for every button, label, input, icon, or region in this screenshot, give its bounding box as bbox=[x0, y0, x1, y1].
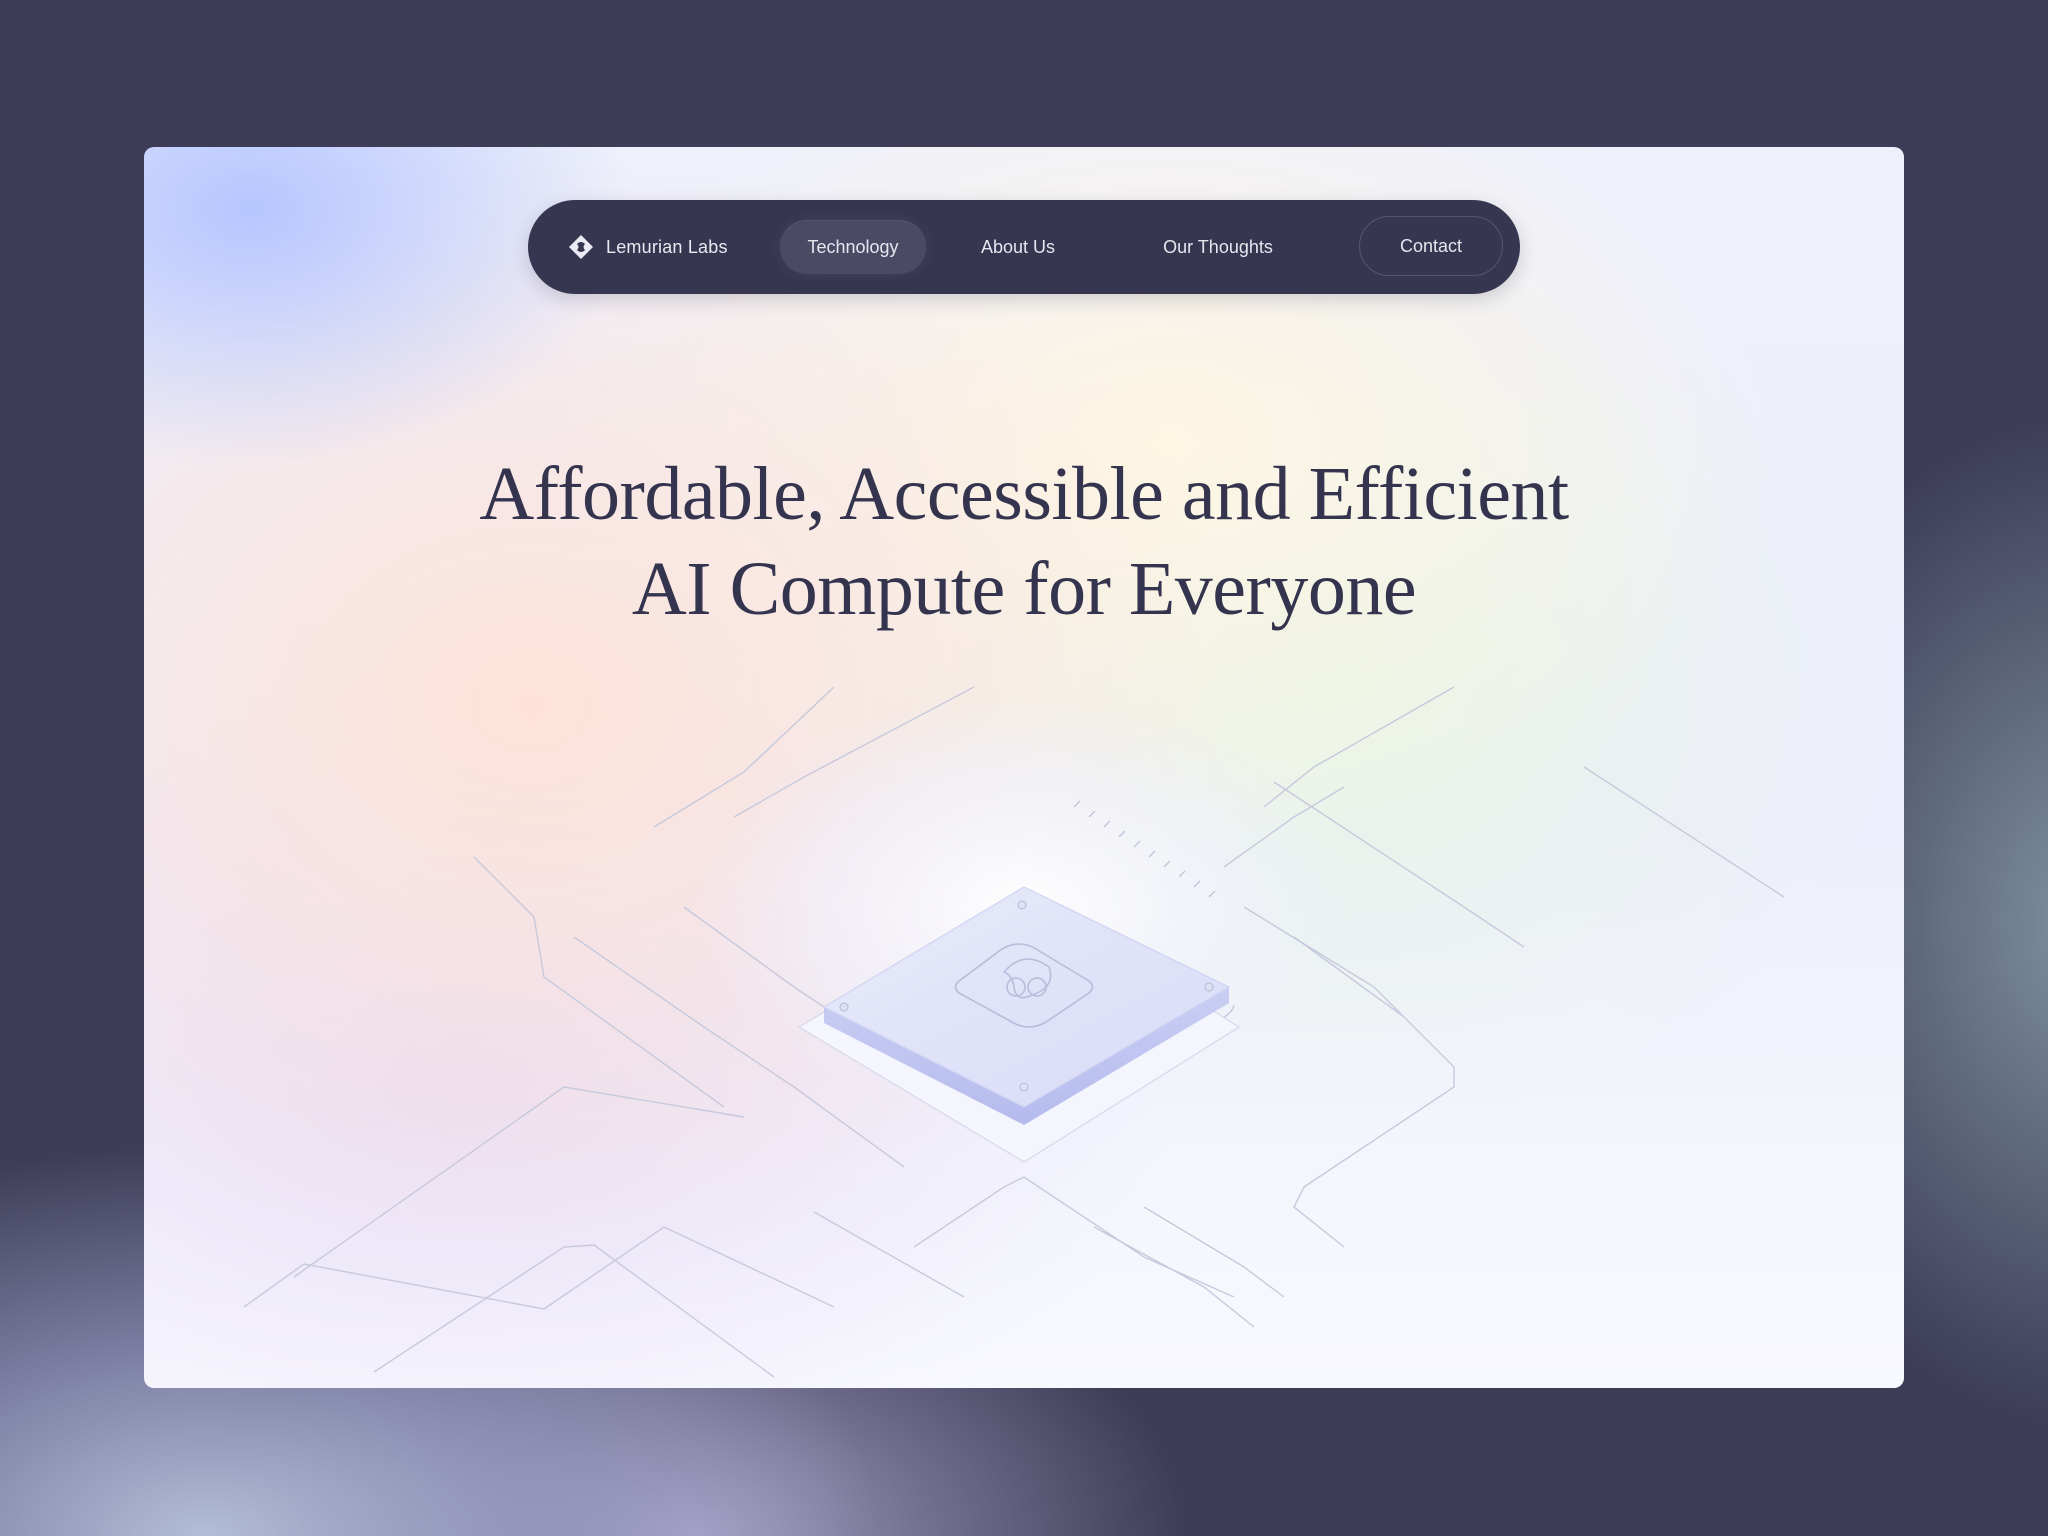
nav-item-label: About Us bbox=[980, 236, 1056, 257]
headline-line-1: Affordable, Accessible and Efficient bbox=[479, 452, 1569, 536]
contact-button[interactable]: Contact bbox=[1359, 216, 1503, 276]
headline-line-2: AI Compute for Everyone bbox=[631, 547, 1417, 631]
nav-item-our-thoughts[interactable]: Our Thoughts bbox=[1128, 200, 1308, 294]
chip-illustration bbox=[243, 687, 1785, 1378]
brand-name: Lemurian Labs bbox=[606, 236, 728, 257]
lemurian-logo-icon bbox=[568, 234, 594, 260]
hero-headline: Affordable, Accessible and Efficient AI … bbox=[144, 447, 1904, 637]
hero-card: Lemurian Labs Technology About Us Our Th… bbox=[144, 147, 1904, 1388]
nav-item-technology[interactable]: Technology bbox=[780, 220, 926, 274]
nav-item-label: Our Thoughts bbox=[1163, 236, 1273, 257]
brand-link[interactable]: Lemurian Labs bbox=[568, 200, 728, 294]
top-navigation: Lemurian Labs Technology About Us Our Th… bbox=[528, 200, 1520, 294]
contact-label: Contact bbox=[1399, 235, 1463, 256]
nav-item-label: Technology bbox=[807, 236, 899, 257]
nav-item-about-us[interactable]: About Us bbox=[948, 200, 1088, 294]
